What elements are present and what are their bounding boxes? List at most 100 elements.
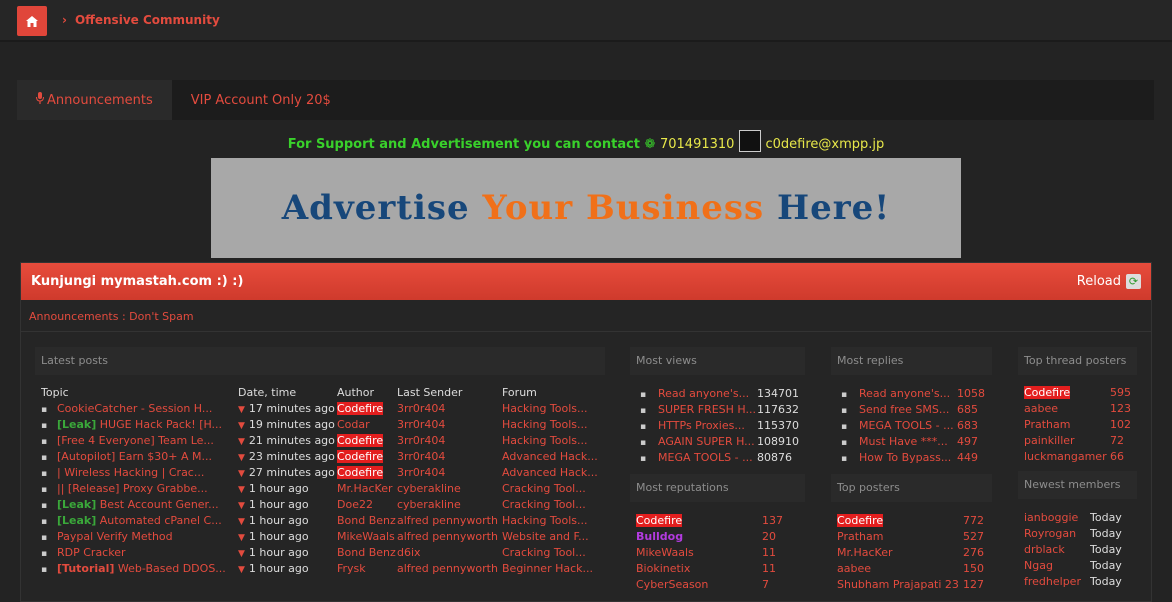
user-link[interactable]: Pratham [1024, 418, 1070, 431]
post-author-link[interactable]: Codefire [337, 465, 384, 479]
thread-link[interactable]: Read anyone's... [859, 387, 950, 400]
last-sender-link[interactable]: cyberakline [397, 482, 461, 495]
tab-vip-account[interactable]: VIP Account Only 20$ [172, 80, 350, 120]
forum-link[interactable]: Beginner Hack... [502, 562, 593, 575]
post-topic-link[interactable]: [Autopilot] Earn $30+ A M... [57, 450, 212, 463]
last-sender-link[interactable]: 3rr0r404 [397, 434, 445, 447]
post-topic-link[interactable]: | Wireless Hacking | Crac... [57, 466, 204, 479]
document-icon: ▪ [41, 468, 48, 479]
forum-link[interactable]: Cracking Tool... [502, 498, 586, 511]
forum-link[interactable]: Cracking Tool... [502, 482, 586, 495]
user-row: Biokinetix 11 [636, 560, 796, 576]
forum-link[interactable]: Website and F... [502, 530, 589, 543]
user-link[interactable]: ianboggie [1024, 511, 1078, 524]
stat-count: 117632 [757, 402, 799, 416]
post-topic-link[interactable]: RDP Cracker [57, 546, 126, 559]
thread-link[interactable]: How To Bypass... [859, 451, 951, 464]
thread-link[interactable]: Must Have ***... [859, 435, 948, 448]
post-author-link[interactable]: Codefire [337, 449, 384, 463]
user-link[interactable]: drblack [1024, 543, 1065, 556]
post-author-link[interactable]: Doe22 [337, 498, 373, 511]
post-topic-link[interactable]: [Free 4 Everyone] Team Le... [57, 434, 214, 447]
thread-link[interactable]: Read anyone's... [658, 387, 749, 400]
last-sender-link[interactable]: 3rr0r404 [397, 418, 445, 431]
last-sender-link[interactable]: 3rr0r404 [397, 466, 445, 479]
post-author-link[interactable]: Codar [337, 418, 370, 431]
top-posters-header: Top posters [831, 474, 992, 502]
post-topic-link[interactable]: Paypal Verify Method [57, 530, 173, 543]
last-sender-link[interactable]: 3rr0r404 [397, 450, 445, 463]
user-link[interactable]: painkiller [1024, 434, 1075, 447]
stat-count: 497 [957, 434, 978, 448]
reload-button[interactable]: Reload ⟳ [1077, 274, 1141, 289]
last-sender-link[interactable]: 3rr0r404 [397, 402, 445, 415]
last-sender-link[interactable]: d6ix [397, 546, 421, 559]
post-author-link[interactable]: Codefire [337, 401, 384, 415]
arrow-down-icon: ▼ [238, 484, 245, 495]
latest-post-row: ▪ [Leak] HUGE Hack Pack! [H... ▼ 19 minutes… [41, 416, 601, 432]
forum-link[interactable]: Hacking Tools... [502, 434, 588, 447]
post-author-link[interactable]: Codefire [337, 433, 384, 447]
last-sender-link[interactable]: alfred pennyworth [397, 562, 498, 575]
user-stat: Today [1090, 526, 1122, 540]
forum-link[interactable]: Advanced Hack... [502, 466, 598, 479]
post-topic-link[interactable]: || [Release] Proxy Grabbe... [57, 482, 208, 495]
last-sender-link[interactable]: alfred pennyworth [397, 514, 498, 527]
user-link[interactable]: Royrogan [1024, 527, 1076, 540]
user-link[interactable]: Mr.HacKer [837, 546, 893, 559]
user-row: Pratham 102 [1024, 416, 1134, 432]
thread-link[interactable]: MEGA TOOLS - ... [859, 419, 954, 432]
post-author-link[interactable]: Mr.HacKer [337, 482, 393, 495]
home-button[interactable] [17, 6, 47, 36]
user-link[interactable]: luckmangamer [1024, 450, 1107, 463]
user-link[interactable]: fredhelper [1024, 575, 1081, 588]
post-topic-link[interactable]: HUGE Hack Pack! [H... [100, 418, 222, 431]
thread-link[interactable]: SUPER FRESH H... [658, 403, 756, 416]
post-topic-link[interactable]: Web-Based DDOS... [118, 562, 226, 575]
forum-link[interactable]: Hacking Tools... [502, 514, 588, 527]
forum-link[interactable]: Hacking Tools... [502, 402, 588, 415]
document-icon: ▪ [841, 389, 848, 400]
post-author-link[interactable]: Frysk [337, 562, 366, 575]
forum-link[interactable]: Advanced Hack... [502, 450, 598, 463]
user-link[interactable]: Shubham Prajapati 23 [837, 578, 959, 591]
user-link[interactable]: Ngag [1024, 559, 1053, 572]
user-link[interactable]: aabee [837, 562, 871, 575]
post-topic-link[interactable]: CookieCatcher - Session H... [57, 402, 212, 415]
forum-link[interactable]: Cracking Tool... [502, 546, 586, 559]
tab-announcements[interactable]: Announcements [17, 80, 172, 120]
last-sender-link[interactable]: alfred pennyworth [397, 530, 498, 543]
forum-link[interactable]: Hacking Tools... [502, 418, 588, 431]
last-sender-link[interactable]: cyberakline [397, 498, 461, 511]
user-link[interactable]: Codefire [636, 513, 683, 527]
post-author-link[interactable]: MikeWaals [337, 530, 395, 543]
user-row: painkiller 72 [1024, 432, 1134, 448]
thread-link[interactable]: AGAIN SUPER H... [658, 435, 755, 448]
user-row: Royrogan Today [1024, 525, 1134, 541]
post-author-link[interactable]: Bond Benz [337, 514, 396, 527]
post-topic-link[interactable]: Automated cPanel C... [100, 514, 222, 527]
user-link[interactable]: Codefire [837, 513, 884, 527]
breadcrumb-forum-link[interactable]: Offensive Community [75, 13, 220, 27]
post-time: 1 hour ago [248, 513, 309, 527]
document-icon: ▪ [640, 389, 647, 400]
most-reputations-header: Most reputations [630, 474, 805, 502]
user-link[interactable]: aabee [1024, 402, 1058, 415]
user-link[interactable]: MikeWaals [636, 546, 694, 559]
thread-link[interactable]: Send free SMS... [859, 403, 949, 416]
thread-link[interactable]: HTTPs Proxies... [658, 419, 745, 432]
stat-count: 683 [957, 418, 978, 432]
user-link[interactable]: Pratham [837, 530, 883, 543]
user-link[interactable]: CyberSeason [636, 578, 708, 591]
user-link[interactable]: Biokinetix [636, 562, 690, 575]
post-author-link[interactable]: Bond Benz [337, 546, 396, 559]
user-link[interactable]: Codefire [1024, 385, 1071, 399]
latest-post-row: ▪ CookieCatcher - Session H... ▼ 17 minutes… [41, 400, 601, 416]
post-topic-link[interactable]: Best Account Gener... [100, 498, 219, 511]
thread-link[interactable]: MEGA TOOLS - ... [658, 451, 753, 464]
user-row: Mr.HacKer 276 [837, 544, 987, 560]
advertise-banner[interactable]: Advertise Your Business Here! [211, 158, 961, 258]
user-stat: 137 [762, 513, 783, 527]
user-link[interactable]: Bulldog [636, 530, 683, 543]
arrow-down-icon: ▼ [238, 468, 245, 479]
